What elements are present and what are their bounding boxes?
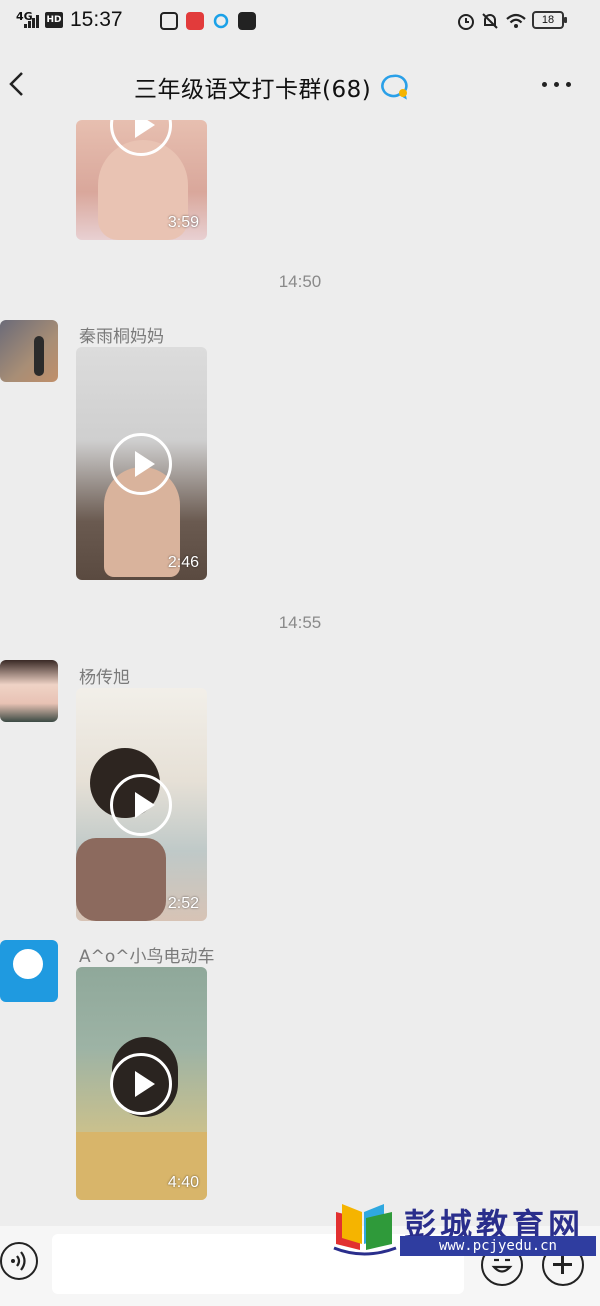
chat-title: 三年级语文打卡群(68): [134, 77, 372, 103]
app-notify-icon: [160, 12, 178, 30]
time-divider: 14:55: [278, 613, 322, 632]
sender-name: 杨传旭: [79, 668, 130, 688]
chat-app-icon: [213, 13, 229, 29]
signal-icon: [24, 14, 42, 28]
mail-app-icon: [238, 12, 256, 30]
watermark-url: www.pcjyedu.cn: [400, 1236, 596, 1256]
status-time: 15:37: [70, 8, 123, 31]
heart-app-icon: [186, 12, 204, 30]
play-icon: [110, 774, 172, 836]
back-button[interactable]: [6, 70, 34, 98]
video-message[interactable]: 3:59: [76, 120, 207, 240]
sender-name: 秦雨桐妈妈: [79, 327, 164, 347]
video-duration: 3:59: [167, 214, 199, 231]
voice-icon: [11, 1251, 26, 1271]
sender-name: A^o^小鸟电动车: [79, 947, 215, 967]
chat-title-area[interactable]: 三年级语文打卡群(68): [134, 70, 411, 104]
alarm-icon: [458, 14, 474, 30]
video-message[interactable]: 2:52: [76, 688, 207, 921]
play-icon: [110, 1053, 172, 1115]
avatar[interactable]: [0, 320, 58, 382]
more-button[interactable]: [540, 82, 574, 90]
doraemon-icon: [10, 946, 46, 982]
video-message[interactable]: 2:46: [76, 347, 207, 580]
wifi-icon: [506, 13, 526, 28]
video-duration: 2:46: [167, 554, 199, 571]
voice-button[interactable]: [0, 1242, 38, 1280]
status-bar: 4G HD 15:37 18: [0, 0, 600, 44]
watermark-logo: 彭城教育网 www.pcjyedu.cn: [330, 1196, 600, 1262]
battery-icon: 18: [532, 11, 567, 29]
video-message[interactable]: 4:40: [76, 967, 207, 1200]
chat-header: 三年级语文打卡群(68): [0, 44, 600, 124]
time-divider: 14:50: [278, 272, 322, 291]
mute-icon: [482, 13, 498, 29]
play-icon: [110, 433, 172, 495]
group-chat-icon: [381, 74, 408, 100]
hd-icon: HD: [45, 12, 63, 28]
avatar[interactable]: [0, 660, 58, 722]
video-duration: 2:52: [167, 895, 199, 912]
video-duration: 4:40: [167, 1174, 199, 1191]
book-logo-icon: [333, 1204, 397, 1256]
avatar[interactable]: [0, 940, 58, 1002]
